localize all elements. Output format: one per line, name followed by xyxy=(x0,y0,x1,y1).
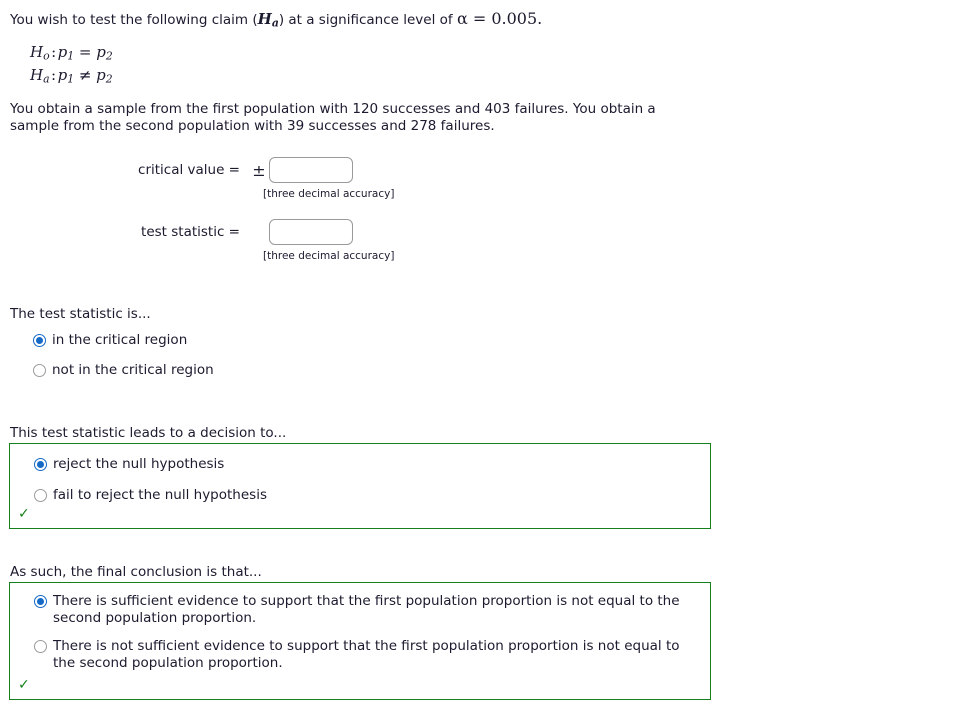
region-option-in-label: in the critical region xyxy=(52,332,188,348)
statistics-exercise-page: You wish to test the following claim (Ha… xyxy=(0,0,955,717)
decision-question-box: reject the null hypothesis fail to rejec… xyxy=(9,443,711,529)
decision-option-fail-reject[interactable]: fail to reject the null hypothesis xyxy=(34,487,700,504)
conclusion-question-box: There is sufficient evidence to support … xyxy=(9,582,711,700)
sample-description: You obtain a sample from the first popul… xyxy=(10,101,656,134)
hypotheses-block: Ho : p1 = p2 Ha : p1 ≠ p2 xyxy=(30,43,113,88)
critical-value-hint: [three decimal accuracy] xyxy=(263,188,395,200)
decision-question-heading: This test statistic leads to a decision … xyxy=(10,425,287,441)
conclusion-question-heading: As such, the final conclusion is that... xyxy=(10,564,262,580)
plus-minus-icon: ± xyxy=(252,160,266,180)
region-question-options: in the critical region not in the critic… xyxy=(33,332,214,392)
test-statistic-input[interactable] xyxy=(269,219,353,245)
decision-option-reject[interactable]: reject the null hypothesis xyxy=(34,456,700,473)
test-statistic-block: test statistic = [three decimal accuracy… xyxy=(100,219,394,262)
alternative-hypothesis: Ha : p1 ≠ p2 xyxy=(30,65,113,86)
null-hypothesis: Ho : p1 = p2 xyxy=(30,43,113,63)
radio-icon-selected[interactable] xyxy=(33,334,46,347)
conclusion-option-sufficient[interactable]: There is sufficient evidence to support … xyxy=(34,593,702,627)
test-statistic-hint: [three decimal accuracy] xyxy=(263,250,395,262)
conclusion-option-not-sufficient[interactable]: There is not sufficient evidence to supp… xyxy=(34,638,702,672)
alpha-expression: α = 0.005. xyxy=(456,9,543,28)
region-option-in[interactable]: in the critical region xyxy=(33,332,214,349)
critical-value-row: critical value = ± xyxy=(100,157,394,183)
radio-icon-unselected[interactable] xyxy=(34,489,47,502)
claim-middle: ) at a significance level of xyxy=(278,12,457,28)
test-statistic-row: test statistic = xyxy=(100,219,394,245)
radio-icon-unselected[interactable] xyxy=(34,640,47,653)
claim-statement: You wish to test the following claim (Ha… xyxy=(10,9,542,30)
radio-icon-selected[interactable] xyxy=(34,458,47,471)
check-mark-icon: ✓ xyxy=(18,677,30,693)
region-question-heading: The test statistic is... xyxy=(10,306,151,322)
region-option-not-in-label: not in the critical region xyxy=(52,362,214,378)
radio-icon-selected[interactable] xyxy=(34,595,47,608)
decision-option-fail-reject-label: fail to reject the null hypothesis xyxy=(53,487,267,503)
test-statistic-label: test statistic = xyxy=(141,224,240,240)
decision-option-reject-label: reject the null hypothesis xyxy=(53,456,225,472)
region-option-not-in[interactable]: not in the critical region xyxy=(33,362,214,379)
critical-value-label: critical value = xyxy=(138,162,240,178)
claim-symbol: Ha xyxy=(257,10,279,30)
claim-prefix: You wish to test the following claim ( xyxy=(10,12,258,28)
conclusion-option-sufficient-label: There is sufficient evidence to support … xyxy=(53,593,680,626)
critical-value-block: critical value = ± [three decimal accura… xyxy=(100,157,394,200)
check-mark-icon: ✓ xyxy=(18,506,30,522)
critical-value-input[interactable] xyxy=(269,157,353,183)
conclusion-option-not-sufficient-label: There is not sufficient evidence to supp… xyxy=(53,638,680,671)
radio-icon-unselected[interactable] xyxy=(33,364,46,377)
